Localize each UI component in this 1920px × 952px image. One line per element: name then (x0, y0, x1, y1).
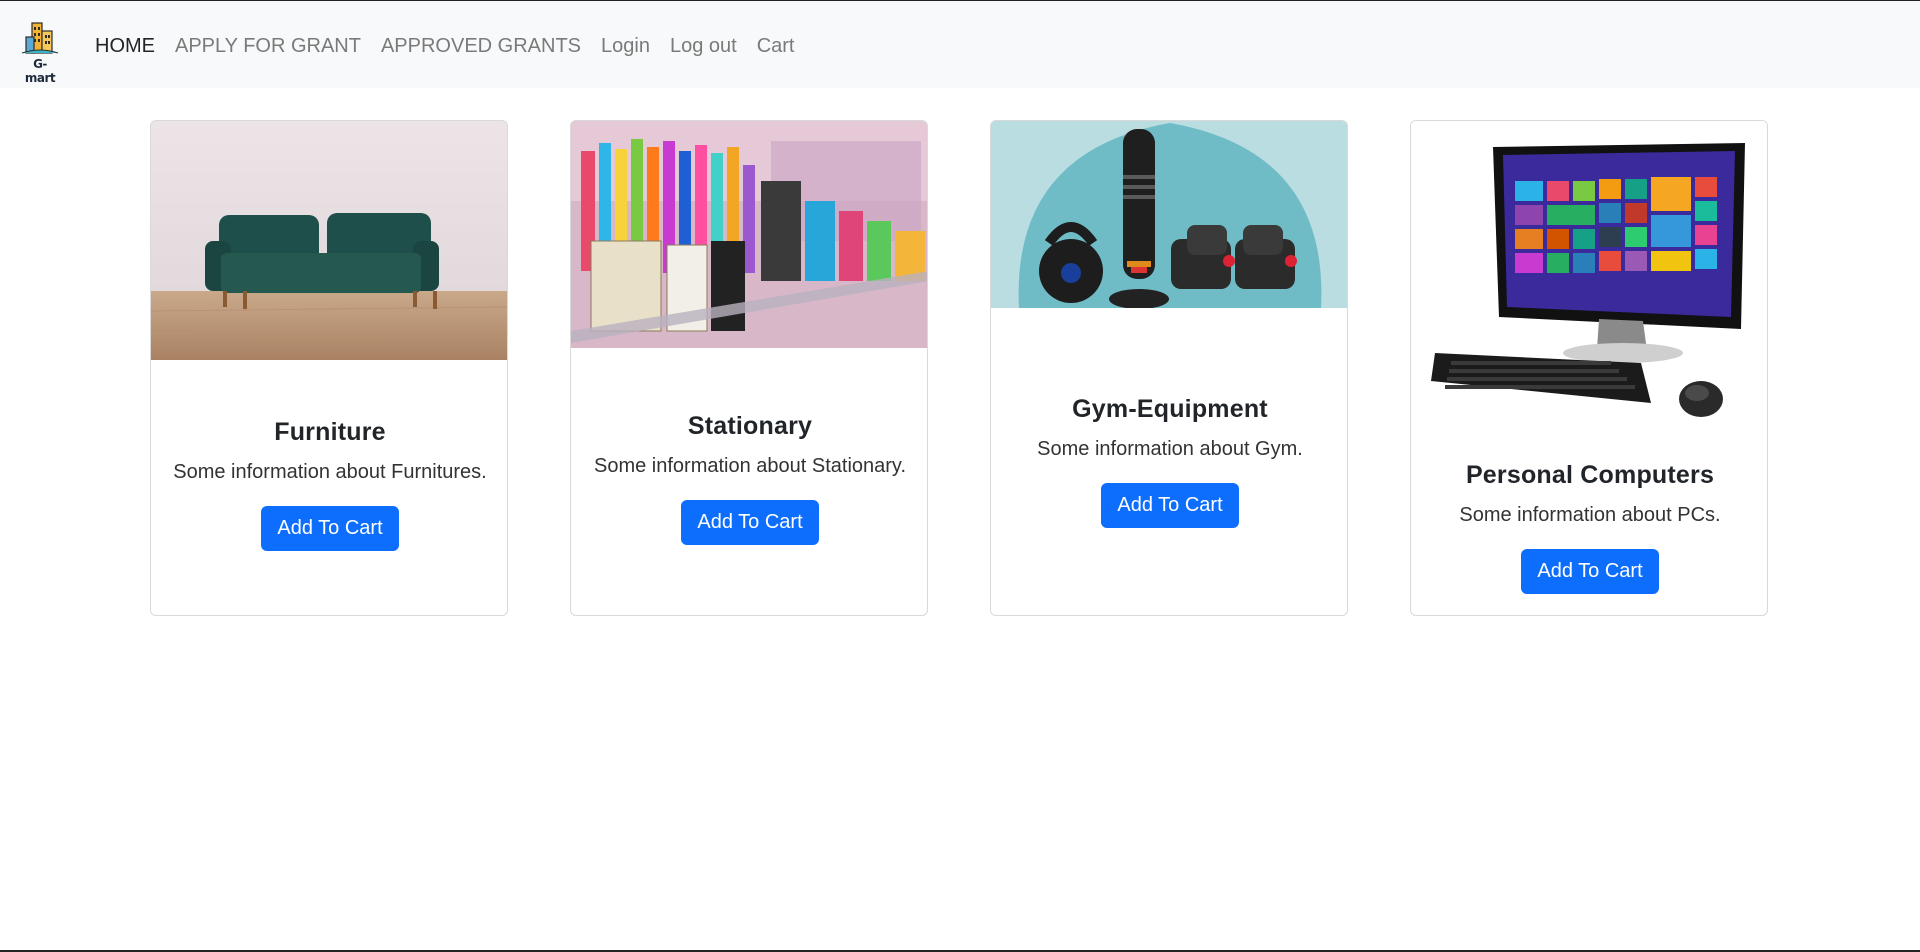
product-card-personal-computers: Personal Computers Some information abou… (1410, 120, 1768, 616)
product-card-furniture: Furniture Some information about Furnitu… (150, 120, 508, 616)
card-title: Stationary (687, 412, 813, 440)
card-text: Some information about Gym. (1037, 438, 1303, 460)
add-to-cart-button[interactable]: Add To Cart (261, 506, 399, 551)
card-body: Personal Computers Some information abou… (1411, 461, 1767, 594)
furniture-image (151, 121, 507, 360)
gym-image (991, 121, 1347, 308)
card-text: Some information about Stationary. (593, 455, 907, 477)
brand-logo[interactable]: G-mart (18, 19, 62, 85)
card-title: Furniture (274, 418, 386, 446)
add-to-cart-button[interactable]: Add To Cart (1101, 483, 1239, 528)
nav-home[interactable]: HOME (95, 35, 155, 58)
sofa-image-icon (151, 121, 507, 360)
pens-shelf-image-icon (571, 121, 927, 348)
nav-cart[interactable]: Cart (757, 35, 795, 58)
add-to-cart-button[interactable]: Add To Cart (681, 500, 819, 545)
card-body: Gym-Equipment Some information about Gym… (991, 395, 1347, 528)
navbar: G-mart HOME APPLY FOR GRANT APPROVED GRA… (0, 1, 1920, 88)
nav-approved-grants[interactable]: APPROVED GRANTS (381, 35, 581, 58)
card-text: Some information about Furnitures. (173, 461, 487, 483)
desktop-computer-image-icon (1431, 143, 1745, 417)
card-title: Gym-Equipment (1072, 395, 1268, 423)
nav-apply-for-grant[interactable]: APPLY FOR GRANT (175, 35, 361, 58)
nav-login[interactable]: Login (601, 35, 650, 58)
add-to-cart-button[interactable]: Add To Cart (1521, 549, 1659, 594)
card-title: Personal Computers (1465, 461, 1715, 489)
product-card-gym-equipment: Gym-Equipment Some information about Gym… (990, 120, 1348, 616)
card-body: Stationary Some information about Statio… (571, 412, 927, 545)
stationary-image (571, 121, 927, 348)
page: G-mart HOME APPLY FOR GRANT APPROVED GRA… (0, 0, 1920, 952)
card-text: Some information about PCs. (1459, 504, 1721, 526)
nav-logout[interactable]: Log out (670, 35, 737, 58)
card-body: Furniture Some information about Furnitu… (151, 418, 507, 551)
product-card-stationary: Stationary Some information about Statio… (570, 120, 928, 616)
building-logo-icon (21, 22, 59, 54)
pc-image (1411, 121, 1767, 426)
brand-name: G-mart (24, 57, 56, 85)
gym-equipment-image-icon (991, 121, 1347, 308)
nav-menu: HOME APPLY FOR GRANT APPROVED GRANTS Log… (95, 1, 814, 91)
